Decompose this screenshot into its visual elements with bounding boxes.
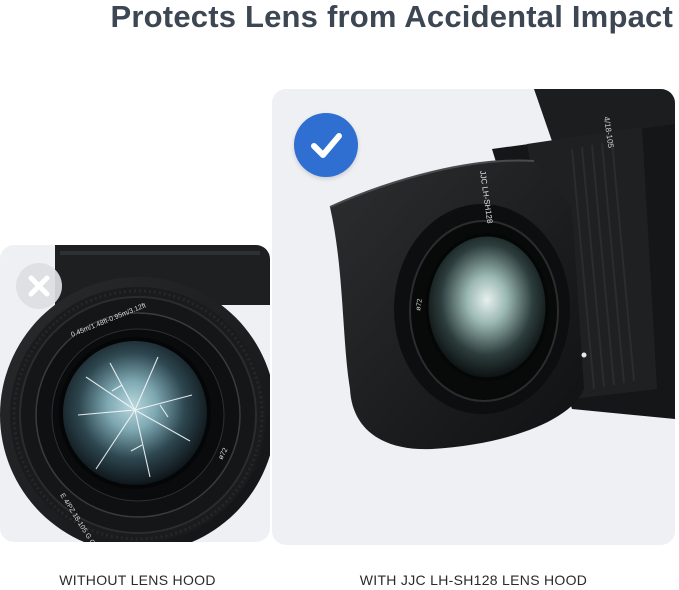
- without-hood-caption: WITHOUT LENS HOOD: [59, 572, 216, 588]
- checkmark-icon: [311, 133, 342, 158]
- page-title: Protects Lens from Accidental Impact: [110, 0, 673, 34]
- checkmark-badge: [294, 113, 358, 177]
- x-badge: [16, 263, 62, 309]
- with-hood-caption: WITH JJC LH-SH128 LENS HOOD: [359, 572, 588, 588]
- x-icon: [28, 275, 50, 297]
